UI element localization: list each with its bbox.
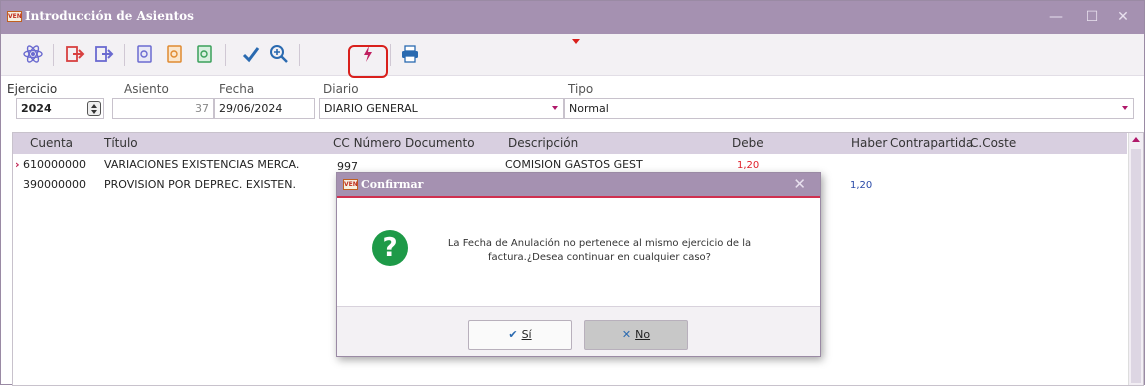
dialog-message: La Fecha de Anulación no pertenece al mi… — [447, 238, 752, 263]
dialog-title: Confirmar — [361, 178, 424, 191]
col-header-haber[interactable]: Haber — [851, 136, 887, 150]
ejercicio-label: Ejercicio — [7, 82, 58, 96]
check-icon: ✔ — [508, 328, 518, 341]
fecha-field[interactable]: 29/06/2024 — [214, 98, 315, 119]
fecha-label: Fecha — [219, 82, 255, 96]
yes-button[interactable]: ✔ Sí — [468, 320, 572, 350]
highlight-outline — [348, 45, 388, 78]
tipo-value: Normal — [569, 102, 609, 115]
asiento-label: Asiento — [124, 82, 169, 96]
cell-titulo[interactable]: PROVISION POR DEPREC. EXISTEN. — [104, 178, 296, 191]
caret-marker-icon — [572, 39, 580, 44]
window-title: Introducción de Asientos — [25, 9, 194, 23]
diario-value: DIARIO GENERAL — [324, 102, 418, 115]
exit-icon[interactable] — [64, 43, 86, 65]
col-header-debe[interactable]: Debe — [732, 136, 764, 150]
doc-orange-icon[interactable] — [164, 43, 186, 65]
toolbar-separator — [299, 44, 300, 66]
close-icon: ✕ — [621, 328, 632, 341]
asiento-field[interactable]: 37 — [112, 98, 214, 119]
grid-header: Cuenta Título CC Número Documento Descri… — [13, 133, 1127, 154]
doc-preview-icon[interactable] — [134, 43, 156, 65]
col-header-descripcion[interactable]: Descripción — [508, 136, 578, 150]
maximize-icon[interactable]: ☐ — [1078, 7, 1106, 27]
chevron-down-icon — [1122, 106, 1128, 110]
app-logo-icon: VEN — [7, 11, 22, 22]
current-row-icon: › — [15, 158, 20, 171]
dialog-footer: ✔ Sí ✕ No — [337, 306, 820, 356]
zoom-icon[interactable] — [268, 43, 290, 65]
scrollbar-thumb[interactable] — [1131, 149, 1141, 383]
cell-titulo[interactable]: VARIACIONES EXISTENCIAS MERCA. — [104, 158, 299, 171]
col-header-contrapartida[interactable]: Contrapartida — [890, 136, 973, 150]
cell-debe[interactable]: 1,20 — [737, 160, 759, 171]
toolbar-separator — [390, 44, 391, 66]
table-row[interactable]: › 610000000 VARIACIONES EXISTENCIAS MERC… — [13, 154, 1127, 174]
toolbar-separator — [225, 44, 226, 66]
ejercicio-field[interactable]: 2024 — [16, 98, 104, 119]
app-logo-icon: VEN — [343, 179, 358, 190]
cell-cuenta[interactable]: 390000000 — [23, 178, 86, 191]
diario-select[interactable]: DIARIO GENERAL — [319, 98, 564, 119]
toolbar-separator — [53, 44, 54, 66]
title-bar: VEN Introducción de Asientos — ☐ ✕ — [1, 1, 1144, 34]
col-header-titulo[interactable]: Título — [104, 136, 138, 150]
confirm-dialog: VEN Confirmar ✕ ? La Fecha de Anulación … — [336, 172, 821, 357]
no-button-label: No — [635, 328, 651, 341]
ejercicio-value: 2024 — [21, 102, 52, 115]
minimize-icon[interactable]: — — [1042, 7, 1070, 27]
scroll-up-icon[interactable] — [1132, 137, 1140, 142]
atom-icon[interactable] — [22, 43, 44, 65]
cell-haber[interactable]: 1,20 — [850, 180, 872, 191]
diario-label: Diario — [323, 82, 359, 96]
cell-cuenta[interactable]: 610000000 — [23, 158, 86, 171]
no-button[interactable]: ✕ No — [584, 320, 688, 350]
toolbar-separator — [124, 44, 125, 66]
close-icon[interactable]: ✕ — [793, 175, 806, 193]
doc-green-icon[interactable] — [194, 43, 216, 65]
col-header-ccoste[interactable]: C.Coste — [970, 136, 1016, 150]
tipo-select[interactable]: Normal — [564, 98, 1134, 119]
cell-descripcion[interactable]: COMISION GASTOS GEST — [505, 158, 643, 171]
spinner-icon[interactable] — [87, 101, 101, 116]
check-icon[interactable] — [240, 43, 262, 65]
vertical-scrollbar[interactable] — [1128, 133, 1143, 385]
col-header-cuenta[interactable]: Cuenta — [30, 136, 73, 150]
yes-button-label: Sí — [521, 328, 532, 341]
tipo-label: Tipo — [568, 82, 594, 96]
chevron-down-icon — [552, 106, 558, 110]
col-header-documento[interactable]: CC Número Documento — [333, 136, 475, 150]
question-icon: ? — [372, 230, 408, 266]
printer-icon[interactable] — [399, 43, 421, 65]
main-window: VEN Introducción de Asientos — ☐ ✕ Ejerc… — [0, 0, 1145, 386]
close-icon[interactable]: ✕ — [1109, 7, 1137, 27]
dialog-title-bar: VEN Confirmar ✕ — [337, 173, 820, 198]
export-icon[interactable] — [93, 43, 115, 65]
